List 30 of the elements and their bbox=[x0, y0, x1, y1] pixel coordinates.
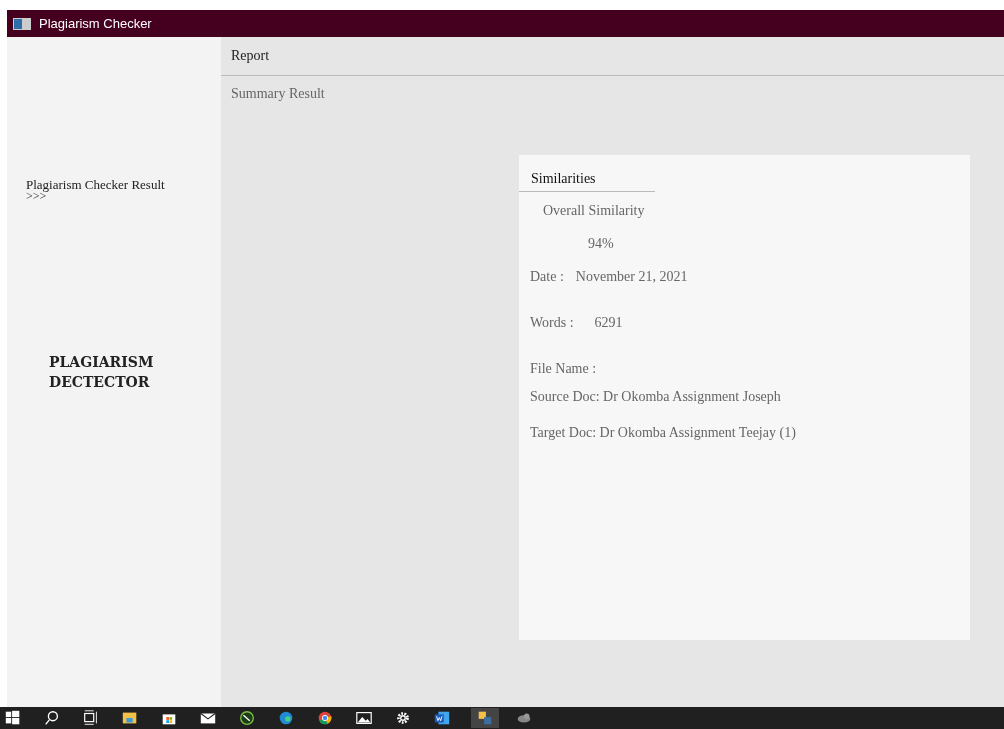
target-doc-text: Target Doc: Dr Okomba Assignment Teejay (1) bbox=[530, 425, 796, 441]
settings-icon bbox=[394, 709, 412, 727]
summary-heading: Summary Result bbox=[230, 85, 326, 102]
app-icon bbox=[476, 709, 494, 727]
file-name-label: File Name : bbox=[530, 361, 597, 377]
date-label: Date : bbox=[530, 269, 564, 285]
similarity-label: Overall Similarity bbox=[543, 203, 645, 219]
words-label: Words : bbox=[530, 315, 574, 331]
date-value: November 21, 2021 bbox=[575, 269, 688, 285]
result-link[interactable]: Plagiarism Checker Result bbox=[26, 178, 221, 191]
taskbar-button[interactable] bbox=[237, 708, 257, 728]
windows-icon bbox=[4, 709, 22, 727]
similarity-value: 94% bbox=[588, 236, 614, 252]
arrow-text: >>> bbox=[26, 191, 47, 202]
search-icon bbox=[43, 709, 61, 727]
task-view-icon bbox=[82, 709, 100, 727]
taskbar-button[interactable] bbox=[471, 708, 499, 728]
window-title: Plagiarism Checker bbox=[39, 16, 152, 31]
document-icon bbox=[433, 709, 451, 727]
image-icon bbox=[355, 709, 373, 727]
browser-icon bbox=[277, 709, 295, 727]
tab[interactable]: Similarities bbox=[519, 155, 655, 192]
logo-text: DECTECTOR bbox=[49, 373, 151, 392]
browser-icon bbox=[316, 709, 334, 727]
words-value: 6291 bbox=[594, 315, 623, 331]
pen-circle-icon bbox=[238, 709, 256, 727]
report-title: Report bbox=[221, 37, 1004, 76]
logo-text: PLAGIARISM bbox=[49, 353, 155, 372]
source-doc-text: Source Doc: Dr Okomba Assignment Joseph bbox=[530, 389, 781, 405]
app-icon bbox=[13, 17, 31, 30]
